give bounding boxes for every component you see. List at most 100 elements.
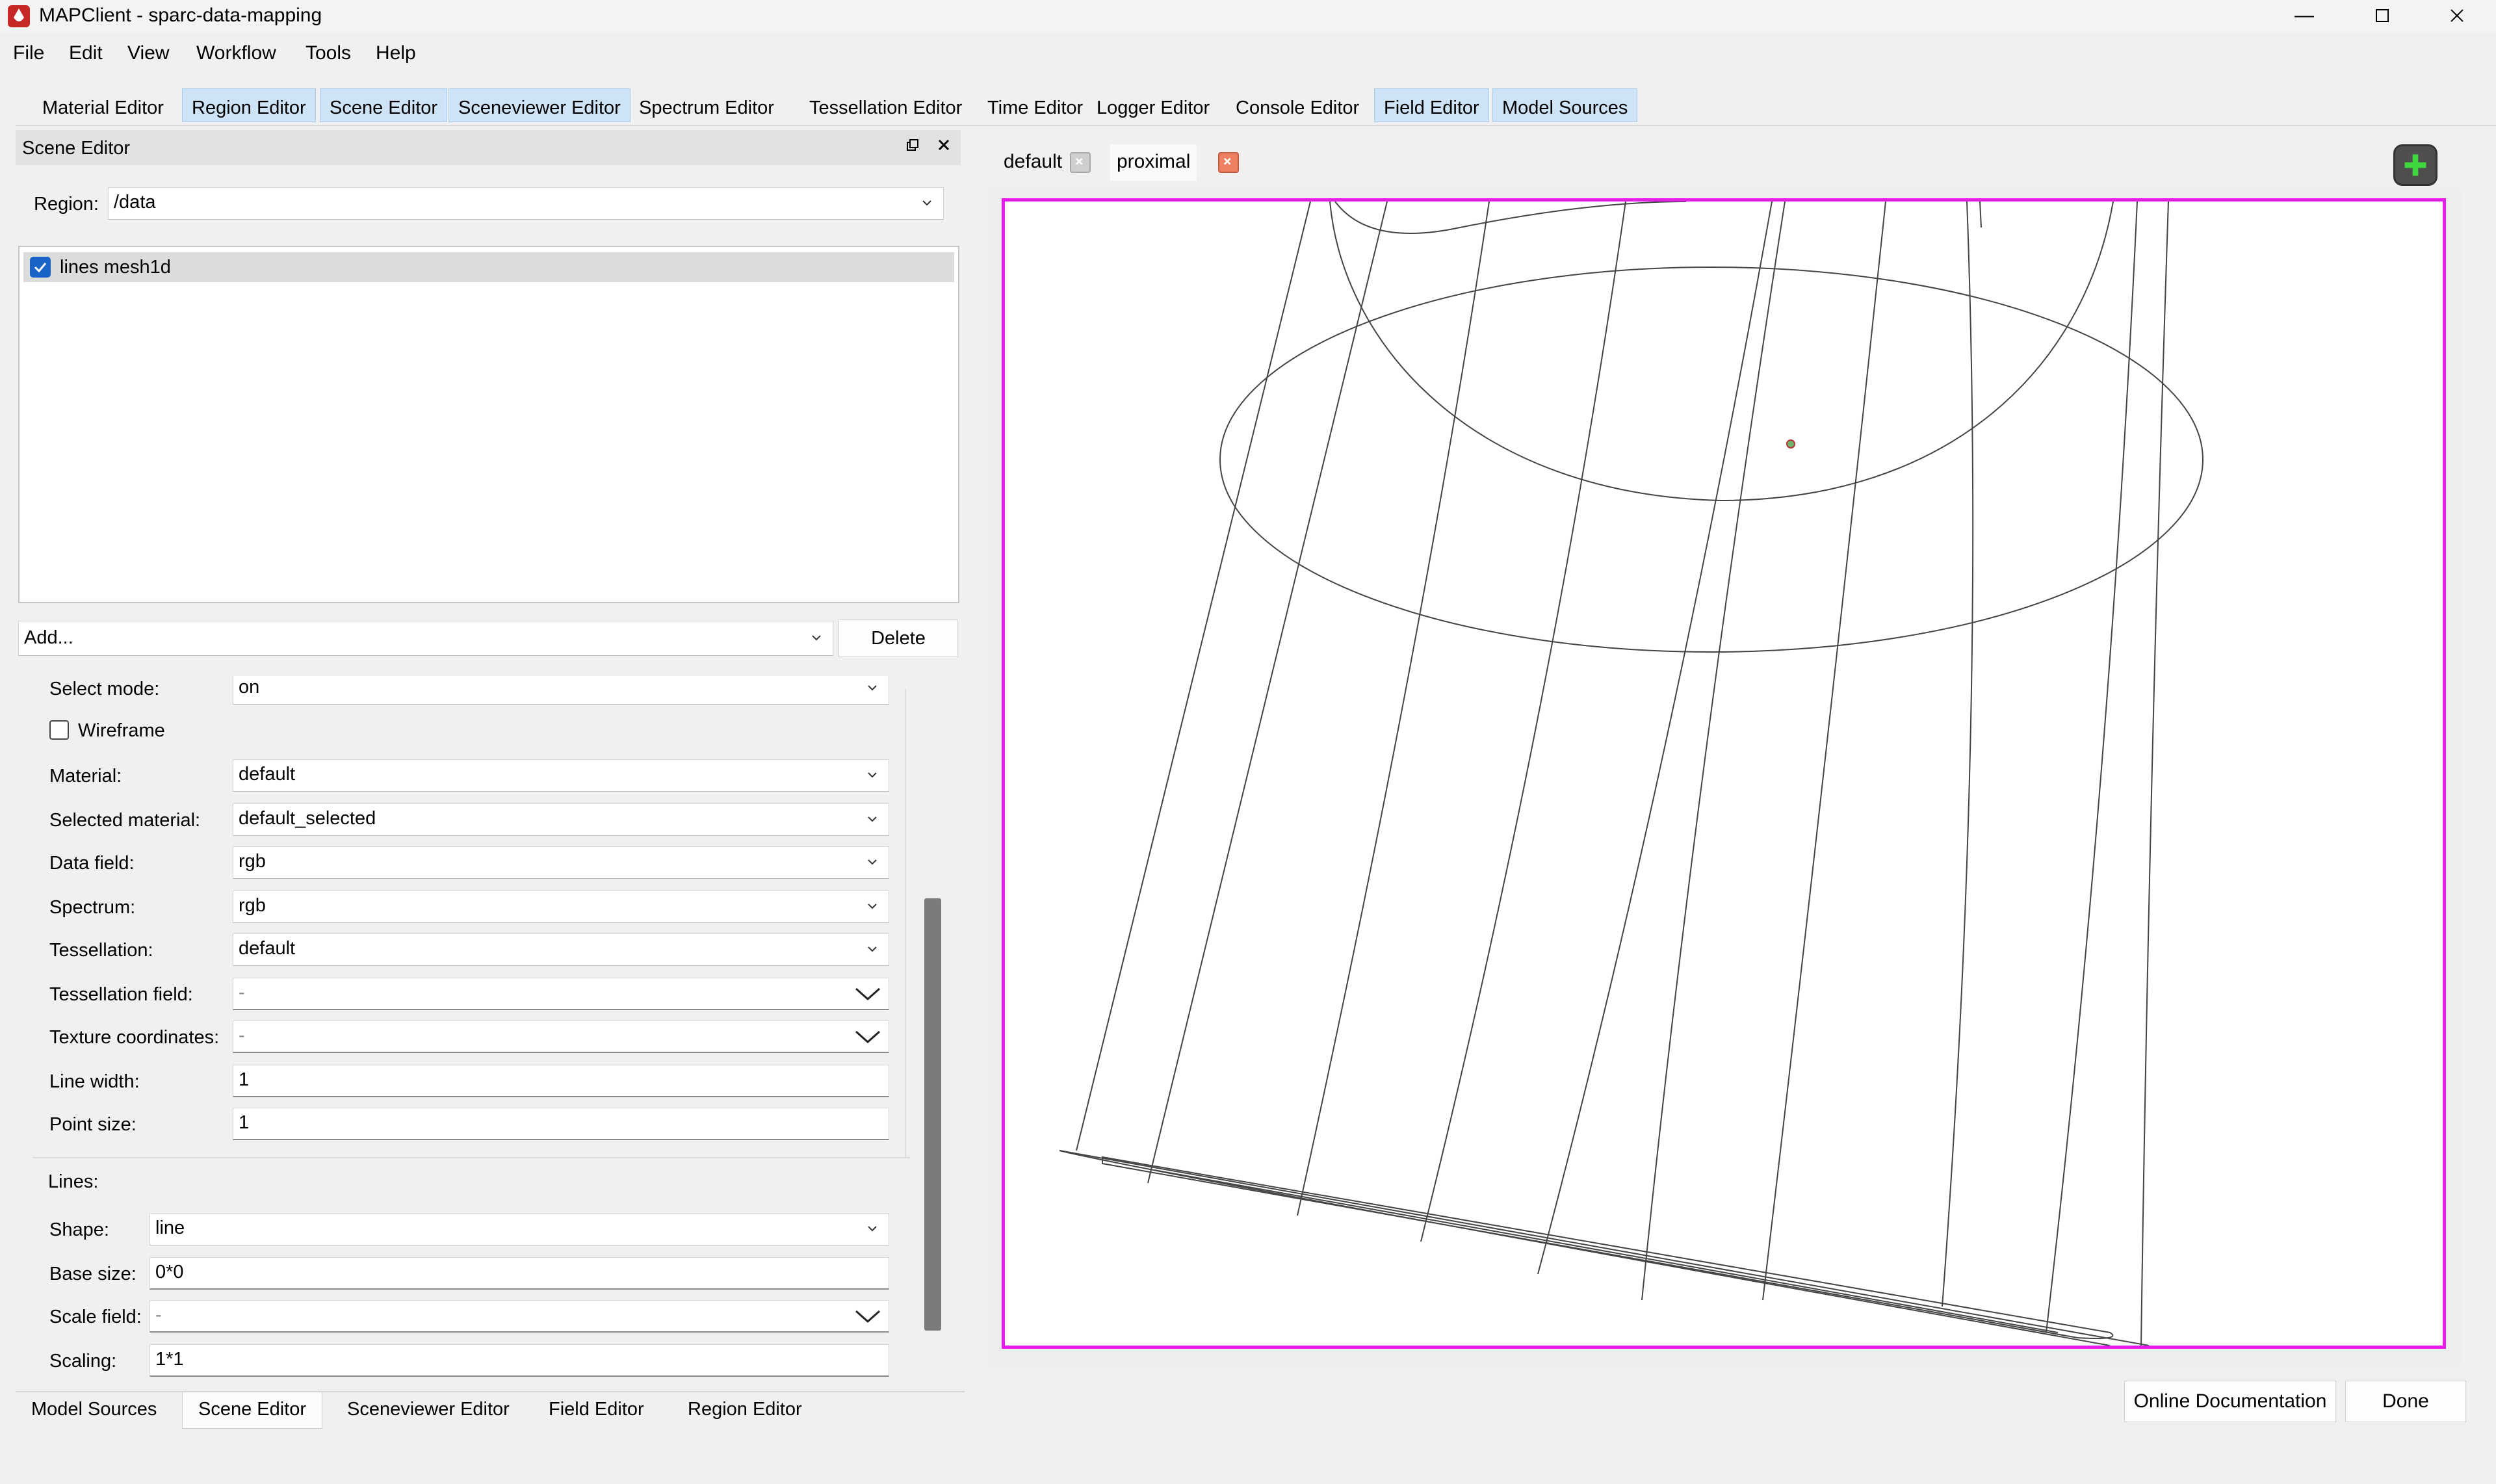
- scene-viewer-canvas[interactable]: [1002, 198, 2446, 1349]
- menu-edit[interactable]: Edit: [69, 40, 103, 66]
- line-width-value: 1: [239, 1069, 250, 1090]
- tab-scene-editor[interactable]: Scene Editor: [320, 88, 448, 122]
- graphics-list[interactable]: lines mesh1d: [18, 246, 959, 603]
- tab-sceneviewer-editor[interactable]: Sceneviewer Editor: [448, 88, 630, 122]
- wireframe-checkbox[interactable]: [49, 720, 69, 740]
- minimize-icon[interactable]: —: [2268, 0, 2340, 33]
- bottom-tab-sceneviewer-editor[interactable]: Sceneviewer Editor: [332, 1392, 525, 1429]
- float-panel-icon[interactable]: [900, 134, 926, 160]
- texture-coordinates-select[interactable]: -: [233, 1021, 889, 1053]
- shape-label: Shape:: [49, 1219, 109, 1240]
- tab-time-editor[interactable]: Time Editor: [978, 88, 1093, 122]
- tab-field-editor[interactable]: Field Editor: [1374, 88, 1489, 122]
- region-value: /data: [114, 192, 156, 213]
- material-select[interactable]: default: [233, 759, 889, 792]
- scaling-value: 1*1: [155, 1349, 184, 1370]
- menu-workflow[interactable]: Workflow: [196, 40, 276, 66]
- chevron-down-icon: [863, 847, 882, 877]
- shape-select[interactable]: line: [150, 1213, 889, 1245]
- region-label: Region:: [34, 194, 99, 215]
- close-tab-icon[interactable]: [1218, 152, 1239, 173]
- mesh-wireframe: [1059, 202, 2204, 1346]
- tab-console-editor[interactable]: Console Editor: [1226, 88, 1369, 122]
- add-graphics-select[interactable]: Add...: [18, 621, 833, 656]
- scrollbar-thumb[interactable]: [924, 898, 941, 1331]
- window-title: MAPClient - sparc-data-mapping: [39, 5, 322, 26]
- spectrum-select[interactable]: rgb: [233, 891, 889, 923]
- chevron-down-icon: [863, 891, 882, 921]
- tab-logger-editor[interactable]: Logger Editor: [1087, 88, 1219, 122]
- chevron-down-icon: [807, 621, 826, 651]
- scale-field-label: Scale field:: [49, 1307, 142, 1327]
- selected-material-select[interactable]: default_selected: [233, 803, 889, 836]
- selected-material-value: default_selected: [239, 808, 376, 829]
- menu-tools[interactable]: Tools: [306, 40, 351, 66]
- title-bar: MAPClient - sparc-data-mapping —: [0, 0, 2496, 33]
- add-graphics-value: Add...: [24, 627, 73, 648]
- visibility-checkbox[interactable]: [30, 257, 51, 278]
- scale-field-select[interactable]: -: [150, 1300, 889, 1333]
- spectrum-label: Spectrum:: [49, 897, 136, 918]
- tessellation-field-select[interactable]: -: [233, 978, 889, 1010]
- tessellation-field-label: Tessellation field:: [49, 984, 193, 1005]
- line-width-label: Line width:: [49, 1071, 140, 1092]
- wireframe-label: Wireframe: [78, 720, 165, 741]
- menu-help[interactable]: Help: [376, 40, 416, 66]
- panel-title: Scene Editor: [22, 138, 131, 159]
- close-panel-icon[interactable]: [931, 134, 957, 160]
- view-tab-label: default: [1004, 151, 1063, 172]
- chevron-down-icon: [863, 760, 882, 790]
- view-tab-label: proximal: [1117, 151, 1191, 172]
- tab-view-proximal[interactable]: proximal: [1110, 144, 1197, 181]
- menu-file[interactable]: File: [13, 40, 44, 66]
- tab-tessellation-editor[interactable]: Tessellation Editor: [800, 88, 972, 122]
- tab-region-editor[interactable]: Region Editor: [182, 88, 316, 122]
- list-item[interactable]: lines mesh1d: [23, 252, 954, 282]
- data-field-label: Data field:: [49, 853, 135, 874]
- group-divider: [32, 1157, 910, 1158]
- chevron-down-icon: [863, 676, 882, 703]
- tab-view-default[interactable]: default: [1004, 144, 1062, 181]
- texture-coordinates-value: -: [239, 1025, 245, 1046]
- plus-icon: [2404, 154, 2426, 176]
- close-icon[interactable]: [2421, 0, 2493, 33]
- point-size-input[interactable]: 1: [233, 1108, 889, 1140]
- tab-material-editor[interactable]: Material Editor: [32, 88, 174, 122]
- select-mode-select[interactable]: on: [233, 676, 889, 705]
- point-size-label: Point size:: [49, 1114, 136, 1135]
- add-view-button[interactable]: [2393, 144, 2438, 186]
- line-width-input[interactable]: 1: [233, 1065, 889, 1097]
- menu-bar: File Edit View Workflow Tools Help: [0, 34, 2496, 73]
- tab-spectrum-editor[interactable]: Spectrum Editor: [629, 88, 784, 122]
- menu-view[interactable]: View: [127, 40, 169, 66]
- maximize-icon[interactable]: [2346, 0, 2418, 33]
- point-size-value: 1: [239, 1112, 250, 1133]
- bottom-tab-scene-editor[interactable]: Scene Editor: [182, 1392, 323, 1429]
- lines-group-title: Lines:: [48, 1171, 99, 1192]
- scaling-label: Scaling:: [49, 1351, 117, 1372]
- chevron-down-icon: [863, 1214, 882, 1243]
- data-field-select[interactable]: rgb: [233, 846, 889, 879]
- app-icon: [6, 4, 31, 29]
- done-button[interactable]: Done: [2345, 1381, 2466, 1422]
- spectrum-value: rgb: [239, 895, 266, 916]
- bottom-tab-field-editor[interactable]: Field Editor: [533, 1392, 660, 1429]
- tessellation-field-value: -: [239, 982, 245, 1003]
- close-tab-icon[interactable]: [1070, 152, 1091, 173]
- scale-field-value: -: [155, 1305, 162, 1325]
- select-mode-value: on: [239, 677, 260, 697]
- region-select[interactable]: /data: [108, 187, 944, 220]
- bottom-tab-region-editor[interactable]: Region Editor: [672, 1392, 818, 1429]
- bottom-tab-bar: Model Sources Scene Editor Sceneviewer E…: [16, 1391, 965, 1431]
- bottom-tab-model-sources[interactable]: Model Sources: [16, 1392, 172, 1429]
- base-size-input[interactable]: 0*0: [150, 1257, 889, 1290]
- select-mode-label: Select mode:: [49, 679, 160, 699]
- shape-value: line: [155, 1217, 185, 1238]
- delete-button[interactable]: Delete: [838, 619, 958, 657]
- data-field-value: rgb: [239, 851, 266, 872]
- scaling-input[interactable]: 1*1: [150, 1344, 889, 1377]
- online-documentation-button[interactable]: Online Documentation: [2124, 1381, 2336, 1422]
- scene-editor-header: Scene Editor: [16, 130, 961, 165]
- tessellation-select[interactable]: default: [233, 933, 889, 966]
- tab-model-sources[interactable]: Model Sources: [1492, 88, 1638, 122]
